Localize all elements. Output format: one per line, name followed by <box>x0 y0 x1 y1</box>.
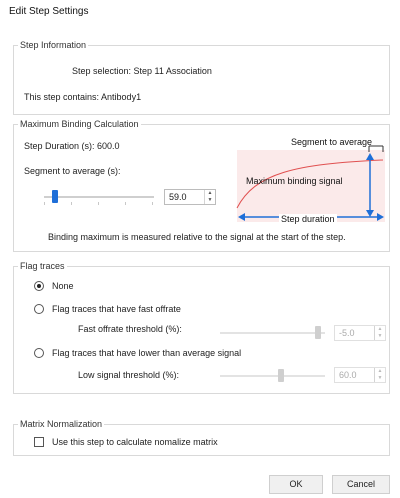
spin-down-icon: ▼ <box>377 333 383 339</box>
fast-threshold-label: Fast offrate threshold (%): <box>78 324 182 334</box>
spin-down-icon: ▼ <box>377 375 383 381</box>
cancel-button[interactable]: Cancel <box>332 475 390 494</box>
segment-slider-thumb[interactable] <box>52 190 58 203</box>
segment-slider-tick <box>152 202 153 205</box>
step-duration-text: Step Duration (s): 600.0 <box>24 141 120 151</box>
radio-low-signal[interactable] <box>34 348 44 358</box>
radio-fast-offrate[interactable] <box>34 304 44 314</box>
segment-slider-tick <box>125 202 126 205</box>
fast-threshold-value: -5.0 <box>339 328 355 338</box>
normalize-matrix-label[interactable]: Use this step to calculate nomalize matr… <box>52 437 218 447</box>
radio-fast-offrate-label[interactable]: Flag traces that have fast offrate <box>52 304 181 314</box>
radio-low-signal-label[interactable]: Flag traces that have lower than average… <box>52 348 241 358</box>
low-threshold-value: 60.0 <box>339 370 357 380</box>
low-slider-track <box>220 375 325 377</box>
matrix-normalization-title: Matrix Normalization <box>18 419 105 429</box>
segment-slider-tick <box>98 202 99 205</box>
normalize-matrix-checkbox[interactable] <box>34 437 44 447</box>
ok-button[interactable]: OK <box>269 475 323 494</box>
flag-traces-title: Flag traces <box>18 261 67 271</box>
segment-to-average-label: Segment to average (s): <box>24 166 121 176</box>
segment-value[interactable]: 59.0 <box>169 192 187 202</box>
radio-none-label[interactable]: None <box>52 281 74 291</box>
segment-slider-track[interactable] <box>44 196 154 198</box>
diagram-signal-label: Maximum binding signal <box>246 176 343 186</box>
fast-slider-thumb <box>314 326 321 339</box>
diagram-duration-label: Step duration <box>279 214 337 224</box>
binding-diagram: Segment to average Maximum binding signa… <box>235 137 387 226</box>
fast-threshold-spinbox: -5.0 ▲ ▼ <box>334 325 386 341</box>
low-slider-thumb <box>277 369 284 382</box>
fast-slider-track <box>220 332 325 334</box>
binding-note: Binding maximum is measured relative to … <box>48 232 346 242</box>
segment-slider-tick <box>71 202 72 205</box>
step-contains-text: This step contains: Antibody1 <box>24 92 142 102</box>
step-information-title: Step Information <box>18 40 89 50</box>
max-binding-title: Maximum Binding Calculation <box>18 119 141 129</box>
step-information-group: Step Information <box>13 40 390 115</box>
radio-selected-icon <box>37 284 41 288</box>
diagram-segment-label: Segment to average <box>291 137 373 147</box>
spin-up-icon: ▲ <box>377 326 383 332</box>
segment-slider-tick <box>44 202 45 205</box>
spin-up-icon: ▲ <box>377 368 383 374</box>
dialog-title: Edit Step Settings <box>9 6 89 17</box>
spin-up-icon[interactable]: ▲ <box>205 190 215 197</box>
low-threshold-label: Low signal threshold (%): <box>78 370 180 380</box>
low-threshold-spinbox: 60.0 ▲ ▼ <box>334 367 386 383</box>
segment-spinbox[interactable]: 59.0 ▲ ▼ <box>164 189 216 205</box>
step-selection-text: Step selection: Step 11 Association <box>72 66 212 76</box>
radio-none[interactable] <box>34 281 44 291</box>
spin-down-icon[interactable]: ▼ <box>205 197 215 204</box>
